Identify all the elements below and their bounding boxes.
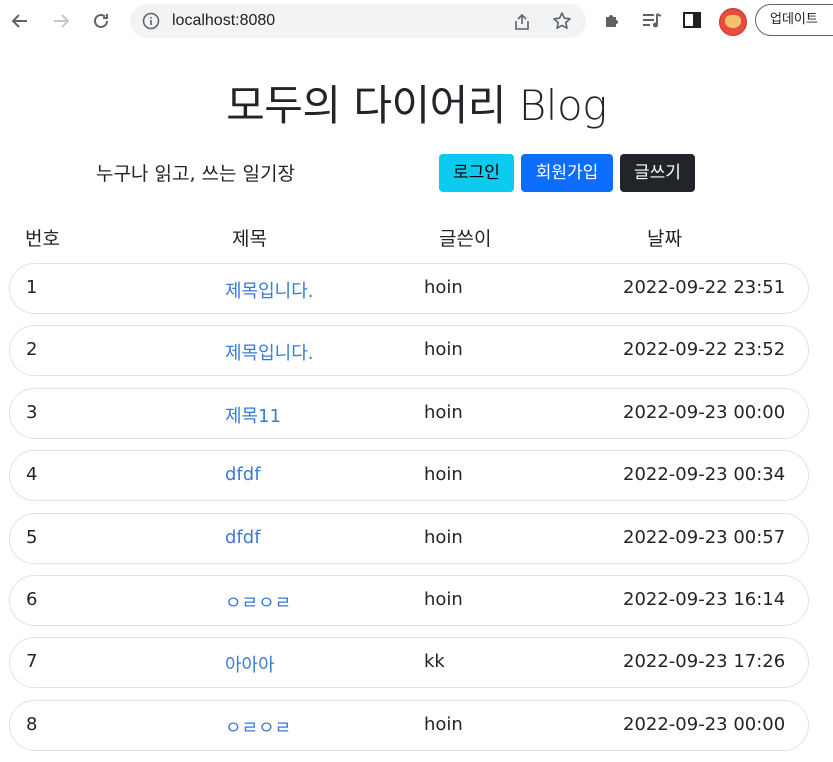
post-title-link[interactable]: dfdf <box>225 527 261 548</box>
header-author: 글쓴이 <box>439 228 492 250</box>
header-title: 제목 <box>232 228 267 250</box>
url-text[interactable]: localhost:8080 <box>172 12 275 30</box>
post-author: hoin <box>424 713 463 735</box>
site-info-icon[interactable] <box>142 12 160 34</box>
post-date: 2022-09-23 00:00 <box>623 401 786 423</box>
post-number: 4 <box>26 464 38 486</box>
post-row[interactable]: 4 dfdf hoin 2022-09-23 00:34 <box>9 450 809 502</box>
post-title-link[interactable]: 제목입니다. <box>225 277 314 303</box>
extensions-puzzle-icon[interactable] <box>602 9 624 35</box>
post-author: hoin <box>424 464 463 486</box>
post-date: 2022-09-22 23:51 <box>623 277 786 298</box>
post-author: kk <box>424 651 445 673</box>
post-date: 2022-09-23 00:57 <box>623 526 786 548</box>
login-button[interactable]: 로그인 <box>439 154 514 192</box>
post-title-link[interactable]: 아아아 <box>225 651 275 677</box>
reload-icon[interactable] <box>89 9 113 33</box>
write-button[interactable]: 글쓰기 <box>620 154 695 192</box>
post-author: hoin <box>424 339 463 361</box>
forward-arrow-icon[interactable] <box>49 9 73 33</box>
post-date: 2022-09-23 16:14 <box>623 588 786 610</box>
header-date: 날짜 <box>647 228 682 250</box>
post-date: 2022-09-23 00:34 <box>623 464 786 486</box>
post-number: 8 <box>26 713 38 735</box>
post-number: 5 <box>26 526 38 548</box>
update-button[interactable]: 업데이트 <box>755 4 833 36</box>
post-number: 3 <box>26 401 38 423</box>
post-row[interactable]: 7 아아아 kk 2022-09-23 17:26 <box>9 637 809 689</box>
browser-toolbar: localhost:8080 업데이트 <box>0 0 833 42</box>
post-number: 2 <box>26 339 38 361</box>
post-number: 6 <box>26 588 38 610</box>
page-title: 모두의 다이어리 Blog <box>226 81 607 130</box>
post-row[interactable]: 5 dfdf hoin 2022-09-23 00:57 <box>9 512 809 564</box>
share-icon[interactable] <box>512 12 532 36</box>
bookmark-star-icon[interactable] <box>552 11 572 35</box>
post-author: hoin <box>424 526 463 548</box>
post-author: hoin <box>424 277 463 298</box>
address-bar[interactable]: localhost:8080 <box>130 4 586 38</box>
post-author: hoin <box>424 588 463 610</box>
back-arrow-icon[interactable] <box>8 9 32 33</box>
post-title-link[interactable]: ㅇㄹㅇㄹ <box>225 589 291 615</box>
profile-avatar[interactable] <box>719 8 747 36</box>
post-number: 7 <box>26 651 38 673</box>
header-number: 번호 <box>25 228 60 250</box>
post-title-link[interactable]: ㅇㄹㅇㄹ <box>225 714 291 740</box>
post-date: 2022-09-22 23:52 <box>623 339 786 361</box>
post-number: 1 <box>26 277 38 298</box>
signup-button[interactable]: 회원가입 <box>521 154 613 192</box>
media-queue-icon[interactable] <box>641 9 663 35</box>
page-subtitle: 누구나 읽고, 쓰는 일기장 <box>96 163 295 185</box>
post-row[interactable]: 6 ㅇㄹㅇㄹ hoin 2022-09-23 16:14 <box>9 574 809 626</box>
side-panel-icon[interactable] <box>681 9 703 35</box>
post-list: 1 제목입니다. hoin 2022-09-22 23:51 2 제목입니다. … <box>9 263 809 762</box>
post-row[interactable]: 8 ㅇㄹㅇㄹ hoin 2022-09-23 00:00 <box>9 699 809 751</box>
post-row[interactable]: 1 제목입니다. hoin 2022-09-22 23:51 <box>9 263 809 314</box>
table-header: 번호 제목 글쓴이 날짜 <box>0 224 833 252</box>
post-title-link[interactable]: dfdf <box>225 464 261 485</box>
post-date: 2022-09-23 17:26 <box>623 651 786 673</box>
post-date: 2022-09-23 00:00 <box>623 713 786 735</box>
post-title-link[interactable]: 제목입니다. <box>225 339 314 365</box>
post-row[interactable]: 3 제목11 hoin 2022-09-23 00:00 <box>9 387 809 439</box>
post-title-link[interactable]: 제목11 <box>225 402 281 428</box>
post-row[interactable]: 2 제목입니다. hoin 2022-09-22 23:52 <box>9 325 809 377</box>
avatar-face-icon <box>725 15 741 28</box>
post-author: hoin <box>424 401 463 423</box>
